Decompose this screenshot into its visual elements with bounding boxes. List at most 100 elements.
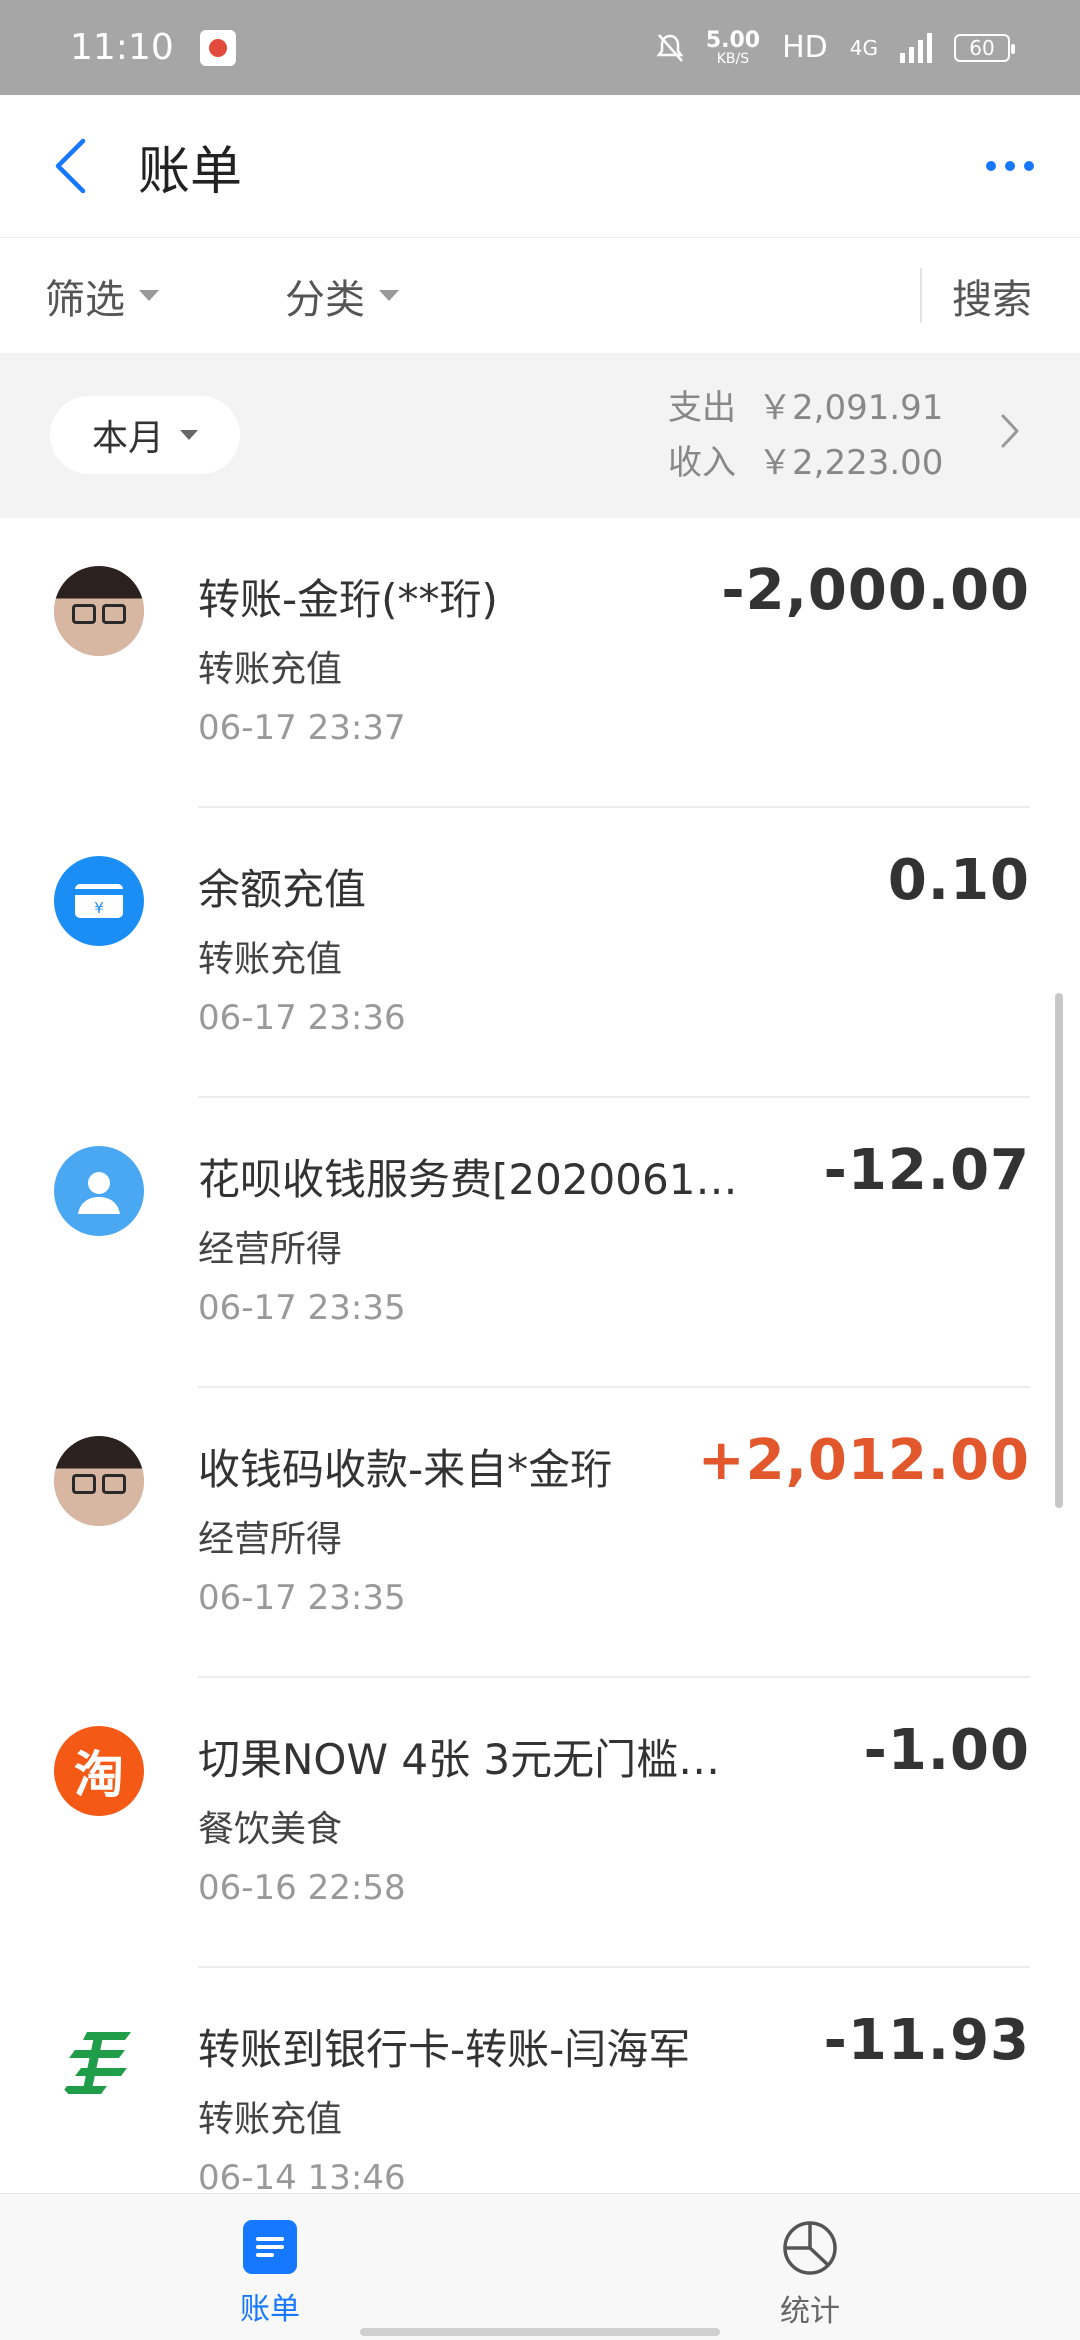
page-title: 账单 <box>138 141 243 202</box>
transaction-list[interactable]: 转账-金珩(**珩) 转账充值 06-17 23:37 -2,000.00 ¥ … <box>0 518 1080 2193</box>
transaction-time: 06-17 23:35 <box>198 1578 406 1618</box>
status-indicators: 5.00 KB/S HD 4G 60 <box>656 27 1015 67</box>
transaction-time-value: 13:46 <box>307 2158 406 2193</box>
transaction-time-value: 23:36 <box>307 998 406 1038</box>
hd-label: HD <box>782 30 828 65</box>
transaction-time-value: 23:37 <box>307 708 406 748</box>
transaction-amount: -11.93 <box>823 2008 1030 2073</box>
taobao-icon: 淘 <box>54 1726 144 1816</box>
transaction-category: 转账充值 <box>198 2099 343 2140</box>
transaction-time-value: 23:35 <box>307 1288 406 1328</box>
mute-bell-icon <box>656 33 684 62</box>
transaction-row[interactable]: 淘 切果NOW 4张 3元无门槛… 餐饮美食 06-16 22:58 -1.00 <box>0 1678 1080 1968</box>
transaction-title: 切果NOW 4张 3元无门槛… <box>198 1735 721 1784</box>
caret-down-icon <box>379 290 399 301</box>
transaction-date-value: 06-17 <box>198 1578 297 1618</box>
net-speed-unit: KB/S <box>716 50 750 67</box>
transaction-amount: -12.07 <box>823 1138 1030 1203</box>
more-dot-icon <box>1024 161 1034 171</box>
bottom-nav: 账单 统计 <box>0 2193 1080 2340</box>
category-label: 分类 <box>285 276 365 323</box>
svg-text:¥: ¥ <box>94 899 104 917</box>
signal-bars-icon <box>900 32 932 63</box>
transaction-category: 转账充值 <box>198 939 343 980</box>
status-bar: 11:10 5.00 KB/S HD 4G 60 <box>0 0 1080 95</box>
transaction-time: 06-17 23:36 <box>198 998 406 1038</box>
battery-icon: 60 <box>954 33 1015 62</box>
filter-label: 筛选 <box>45 276 125 323</box>
tab-bills[interactable]: 账单 <box>0 2194 540 2340</box>
transaction-category: 经营所得 <box>198 1229 343 1270</box>
transaction-row[interactable]: 收钱码收款-来自*金珩 经营所得 06-17 23:35 +2,012.00 <box>0 1388 1080 1678</box>
divider <box>920 268 922 323</box>
chevron-left-icon <box>55 138 86 194</box>
transaction-date-value: 06-14 <box>198 2158 297 2193</box>
category-dropdown[interactable]: 分类 <box>285 267 399 325</box>
tab-stats[interactable]: 统计 <box>540 2194 1080 2340</box>
transaction-amount: -1.00 <box>863 1718 1030 1783</box>
notification-app-icon <box>199 29 236 66</box>
person-icon <box>54 1146 144 1236</box>
transaction-row[interactable]: ¥ 余额充值 转账充值 06-17 23:36 0.10 <box>0 808 1080 1098</box>
tab-stats-label: 统计 <box>780 2294 840 2329</box>
search-button[interactable]: 搜索 <box>952 267 1032 325</box>
yuan-card-icon: ¥ <box>54 856 144 946</box>
more-dot-icon <box>986 161 996 171</box>
caret-down-icon <box>180 430 198 440</box>
transaction-row[interactable]: 转账-金珩(**珩) 转账充值 06-17 23:37 -2,000.00 <box>0 518 1080 808</box>
month-selector[interactable]: 本月 <box>50 396 240 474</box>
home-indicator[interactable] <box>360 2328 720 2336</box>
month-label: 本月 <box>91 418 164 459</box>
transaction-time: 06-17 23:37 <box>198 708 406 748</box>
app-header: 账单 <box>0 95 1080 238</box>
transaction-title: 余额充值 <box>198 865 367 914</box>
transaction-date-value: 06-17 <box>198 998 297 1038</box>
net-speed: 5.00 KB/S <box>705 27 761 67</box>
caret-down-icon <box>139 290 159 301</box>
transaction-time-value: 22:58 <box>307 1868 406 1908</box>
filter-dropdown[interactable]: 筛选 <box>45 267 159 325</box>
month-summary-bar[interactable]: 本月 支出 ￥2,091.91 收入 ￥2,223.00 <box>0 353 1080 518</box>
transaction-title: 转账-金珩(**珩) <box>198 575 498 624</box>
transaction-time: 06-16 22:58 <box>198 1868 406 1908</box>
transaction-title: 收钱码收款-来自*金珩 <box>198 1445 613 1494</box>
transaction-time-value: 23:35 <box>307 1578 406 1618</box>
transaction-date-value: 06-17 <box>198 708 297 748</box>
transaction-date-value: 06-16 <box>198 1868 297 1908</box>
user-photo-avatar <box>54 566 144 656</box>
transaction-date-value: 06-17 <box>198 1288 297 1328</box>
transaction-row[interactable]: 转账到银行卡-转账-闫海军 转账充值 06-14 13:46 -11.93 <box>0 1968 1080 2193</box>
income-row: 收入 ￥2,223.00 <box>668 436 943 491</box>
net-speed-value: 5.00 <box>705 27 761 53</box>
transaction-amount: +2,012.00 <box>697 1428 1030 1493</box>
transaction-title: 花呗收钱服务费[2020061… <box>198 1155 738 1204</box>
pie-chart-icon <box>783 2221 837 2275</box>
user-photo-avatar <box>54 1436 144 1526</box>
chevron-right-icon <box>1001 414 1019 448</box>
transaction-amount: -2,000.00 <box>721 558 1030 623</box>
expense-label: 支出 <box>668 388 736 428</box>
expense-value: ￥2,091.91 <box>758 388 944 428</box>
more-dot-icon <box>1005 161 1015 171</box>
transaction-amount: 0.10 <box>887 848 1030 913</box>
signal-label: 4G <box>849 35 878 60</box>
income-label: 收入 <box>668 443 736 483</box>
transaction-time: 06-17 23:35 <box>198 1288 406 1328</box>
tab-bills-label: 账单 <box>240 2292 300 2327</box>
bill-icon <box>243 2220 297 2274</box>
income-value: ￥2,223.00 <box>758 443 944 483</box>
status-time: 11:10 <box>70 27 174 68</box>
back-button[interactable] <box>0 95 140 238</box>
transaction-title: 转账到银行卡-转账-闫海军 <box>198 2025 691 2074</box>
transaction-category: 经营所得 <box>198 1519 343 1560</box>
transaction-time: 06-14 13:46 <box>198 2158 406 2193</box>
scrollbar[interactable] <box>1055 993 1063 1508</box>
transaction-category: 餐饮美食 <box>198 1809 343 1850</box>
summary-totals: 支出 ￥2,091.91 收入 ￥2,223.00 <box>668 381 943 491</box>
postal-bank-icon <box>54 2016 144 2106</box>
filter-bar: 筛选 分类 搜索 <box>0 238 1080 353</box>
transaction-category: 转账充值 <box>198 649 343 690</box>
transaction-row[interactable]: 花呗收钱服务费[2020061… 经营所得 06-17 23:35 -12.07 <box>0 1098 1080 1388</box>
expense-row: 支出 ￥2,091.91 <box>668 381 943 436</box>
more-button[interactable] <box>940 95 1080 238</box>
